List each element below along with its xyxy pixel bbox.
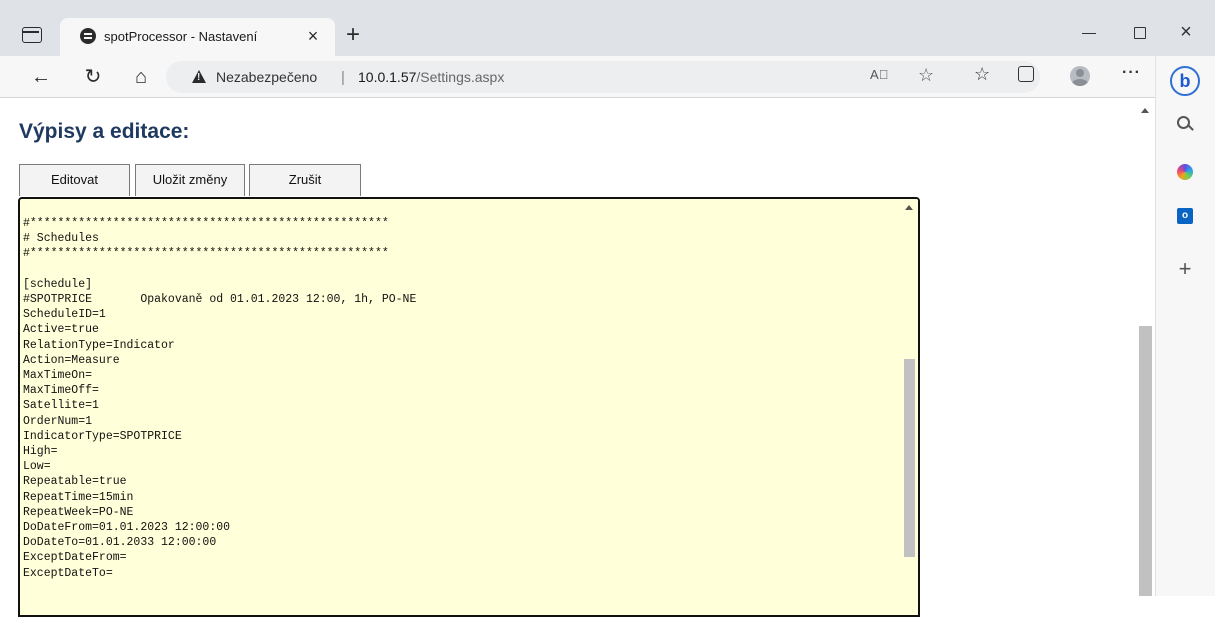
save-changes-button[interactable]: Uložit změny [135,164,245,196]
scrollbar-thumb[interactable] [904,359,915,557]
settings-line: IndicatorType=SPOTPRICE [23,429,182,443]
settings-line: DoDateTo=01.01.2033 12:00:00 [23,536,217,550]
back-icon[interactable]: ← [28,64,54,90]
read-aloud-icon[interactable]: A⃝ [870,67,888,82]
settings-line: Low= [23,460,51,474]
window-close-icon[interactable]: × [1176,21,1196,43]
tab-close-icon[interactable]: × [301,24,325,48]
settings-line: Satellite=1 [23,399,99,413]
page-viewport: Výpisy a editace: Editovat Uložit změny … [0,98,1155,617]
cancel-button[interactable]: Zrušit [249,164,361,196]
tab-actions-icon[interactable] [22,27,42,43]
settings-line: [schedule] [23,277,93,291]
address-url[interactable]: 10.0.1.57/Settings.aspx [358,69,504,85]
collections-icon[interactable] [1018,66,1034,82]
home-icon[interactable]: ⌂ [128,64,154,90]
edit-button[interactable]: Editovat [19,164,130,196]
office-icon[interactable] [1177,164,1193,180]
settings-line: ExceptDateTo= [23,566,113,580]
page-scroll-up-icon[interactable] [1141,108,1149,113]
add-sidebar-app-icon[interactable]: + [1174,258,1196,280]
minimize-icon[interactable] [1082,25,1098,41]
scroll-up-icon[interactable] [905,205,913,210]
settings-line: MaxTimeOn= [23,369,93,383]
security-status[interactable]: Nezabezpečeno [216,69,317,85]
address-bar[interactable]: Nezabezpečeno | 10.0.1.57/Settings.aspx … [166,61,1040,93]
settings-line: DoDateFrom=01.01.2023 12:00:00 [23,521,231,535]
settings-line: MaxTimeOff= [23,384,99,398]
settings-line: High= [23,445,58,459]
site-favicon-icon [80,28,96,44]
page-title: Výpisy a editace: [19,120,190,143]
textarea-scrollbar[interactable] [901,199,918,615]
add-favorite-icon[interactable]: ☆ [918,65,934,86]
settings-line: Repeatable=true [23,475,127,489]
search-icon[interactable] [1174,114,1196,136]
settings-line: Active=true [23,323,99,337]
settings-text[interactable]: #***************************************… [23,216,416,581]
more-menu-icon[interactable]: ··· [1122,64,1141,82]
settings-line: #***************************************… [23,247,389,261]
browser-titlebar: spotProcessor - Nastavení × + × [0,0,1215,56]
settings-line: ScheduleID=1 [23,308,106,322]
page-scrollbar-thumb[interactable] [1139,326,1152,596]
favorites-icon[interactable]: ☆ [974,64,990,85]
settings-textarea[interactable]: #***************************************… [18,197,920,617]
edge-sidebar: b o + [1155,56,1215,596]
address-separator: | [341,69,345,86]
url-path: /Settings.aspx [416,69,505,85]
refresh-icon[interactable]: ↻ [80,64,106,90]
warning-icon[interactable] [192,70,206,83]
settings-line: #SPOTPRICE Opakovaně od 01.01.2023 12:00… [23,293,417,307]
settings-line: #***************************************… [23,217,389,230]
settings-line: # Schedules [23,232,99,246]
maximize-icon[interactable] [1134,27,1146,39]
profile-avatar[interactable] [1070,66,1090,86]
settings-line: Action=Measure [23,353,120,367]
bing-icon[interactable]: b [1170,66,1200,96]
settings-line: RepeatWeek=PO-NE [23,505,134,519]
browser-tab[interactable]: spotProcessor - Nastavení × [60,18,335,56]
settings-line: RelationType=Indicator [23,338,175,352]
settings-line: RepeatTime=15min [23,490,134,504]
url-host: 10.0.1.57 [358,69,417,85]
tab-title: spotProcessor - Nastavení [104,29,258,44]
settings-line: ExceptDateFrom= [23,551,127,565]
new-tab-button[interactable]: + [340,23,366,49]
outlook-icon[interactable]: o [1177,208,1193,224]
settings-line: OrderNum=1 [23,414,93,428]
page-scrollbar[interactable] [1136,98,1155,596]
